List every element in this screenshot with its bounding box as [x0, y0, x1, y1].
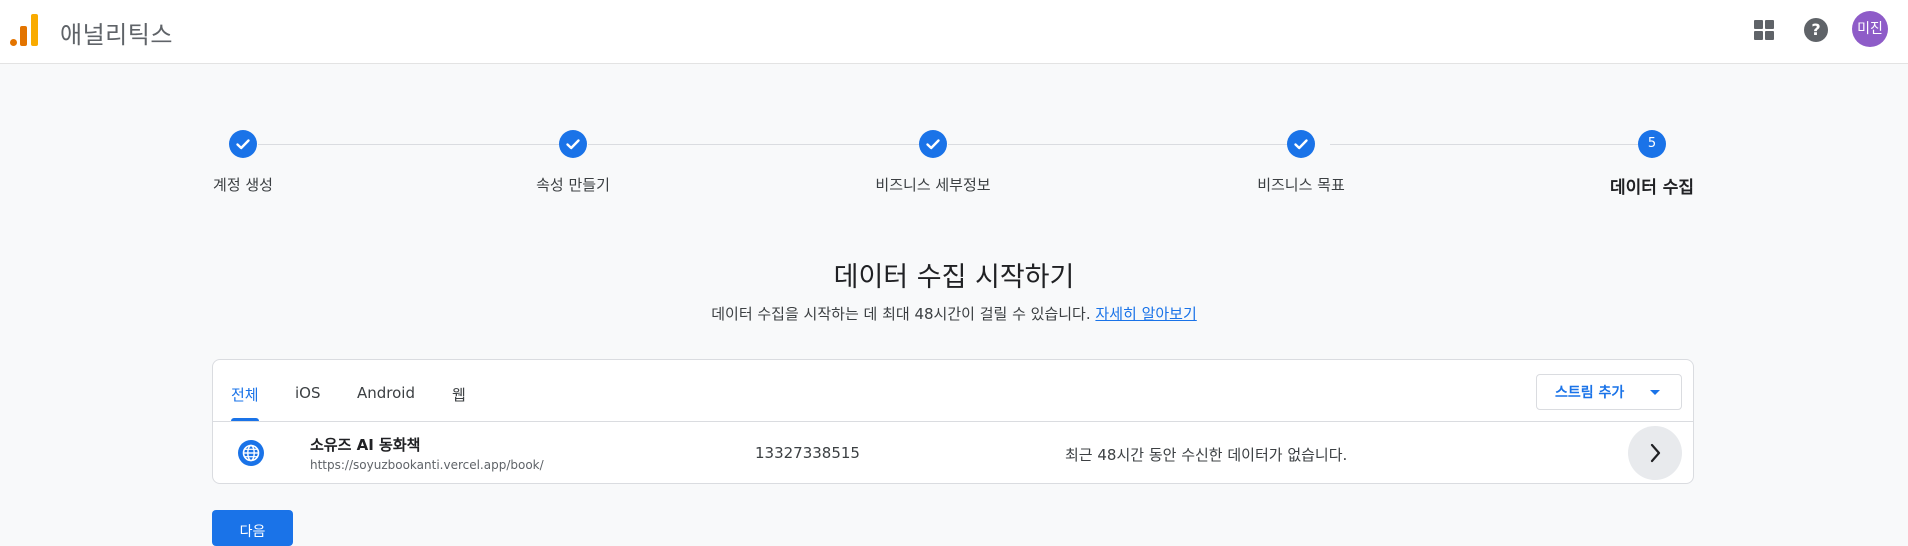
stream-id: 13327338515 — [755, 444, 860, 462]
stream-row[interactable]: 소유즈 AI 동화책 https://soyuzbookanti.vercel.… — [213, 422, 1693, 484]
chevron-right-icon — [1650, 443, 1661, 463]
avatar[interactable]: 미진 — [1852, 11, 1888, 47]
step-connector — [1330, 144, 1638, 145]
tab-web[interactable]: 웹 — [452, 384, 466, 405]
add-stream-label: 스트림 추가 — [1555, 385, 1625, 401]
tab-ios[interactable]: iOS — [295, 384, 321, 402]
page-title: 데이터 수집 시작하기 — [833, 262, 1075, 293]
stream-url: https://soyuzbookanti.vercel.app/book/ — [310, 458, 544, 472]
apps-grid-icon[interactable] — [1752, 18, 1776, 42]
caret-down-icon — [1650, 390, 1660, 395]
page-subtitle: 데이터 수집을 시작하는 데 최대 48시간이 걸릴 수 있습니다. 자세히 알… — [0, 303, 1908, 324]
add-stream-button[interactable]: 스트림 추가 — [1536, 374, 1682, 410]
step-4-label: 비즈니스 목표 — [1257, 176, 1345, 194]
step-5-label: 데이터 수집 — [1609, 178, 1695, 198]
top-app-bar: 애널리틱스 ? 미진 — [0, 0, 1908, 64]
step-connector — [258, 144, 560, 145]
step-connector — [948, 144, 1302, 145]
tab-android[interactable]: Android — [357, 384, 415, 402]
open-stream-button[interactable] — [1628, 426, 1682, 480]
step-2-check-icon — [559, 130, 587, 158]
stream-status: 최근 48시간 동안 수신한 데이터가 없습니다. — [1065, 446, 1348, 464]
step-1-check-icon — [229, 130, 257, 158]
tab-all[interactable]: 전체 — [231, 384, 259, 405]
active-tab-indicator — [231, 418, 259, 421]
help-icon[interactable]: ? — [1804, 18, 1828, 42]
learn-more-link[interactable]: 자세히 알아보기 — [1095, 305, 1196, 323]
step-2-label: 속성 만들기 — [536, 176, 610, 194]
subtitle-text: 데이터 수집을 시작하는 데 최대 48시간이 걸릴 수 있습니다. — [711, 305, 1091, 323]
stream-tabs: 전체 iOS Android 웹 스트림 추가 — [213, 360, 1693, 422]
analytics-logo-icon[interactable] — [10, 12, 40, 46]
step-5-number: 5 — [1638, 130, 1666, 158]
next-button[interactable]: 다음 — [212, 510, 293, 546]
step-3-check-icon — [919, 130, 947, 158]
step-1-label: 계정 생성 — [213, 176, 273, 194]
stream-name: 소유즈 AI 동화책 — [310, 436, 421, 454]
step-4-check-icon — [1287, 130, 1315, 158]
step-3-label: 비즈니스 세부정보 — [875, 176, 991, 194]
step-connector — [588, 144, 920, 145]
app-title[interactable]: 애널리틱스 — [60, 15, 173, 50]
web-globe-icon — [238, 440, 264, 466]
data-streams-card: 전체 iOS Android 웹 스트림 추가 소유즈 AI 동화책 https… — [212, 359, 1694, 484]
